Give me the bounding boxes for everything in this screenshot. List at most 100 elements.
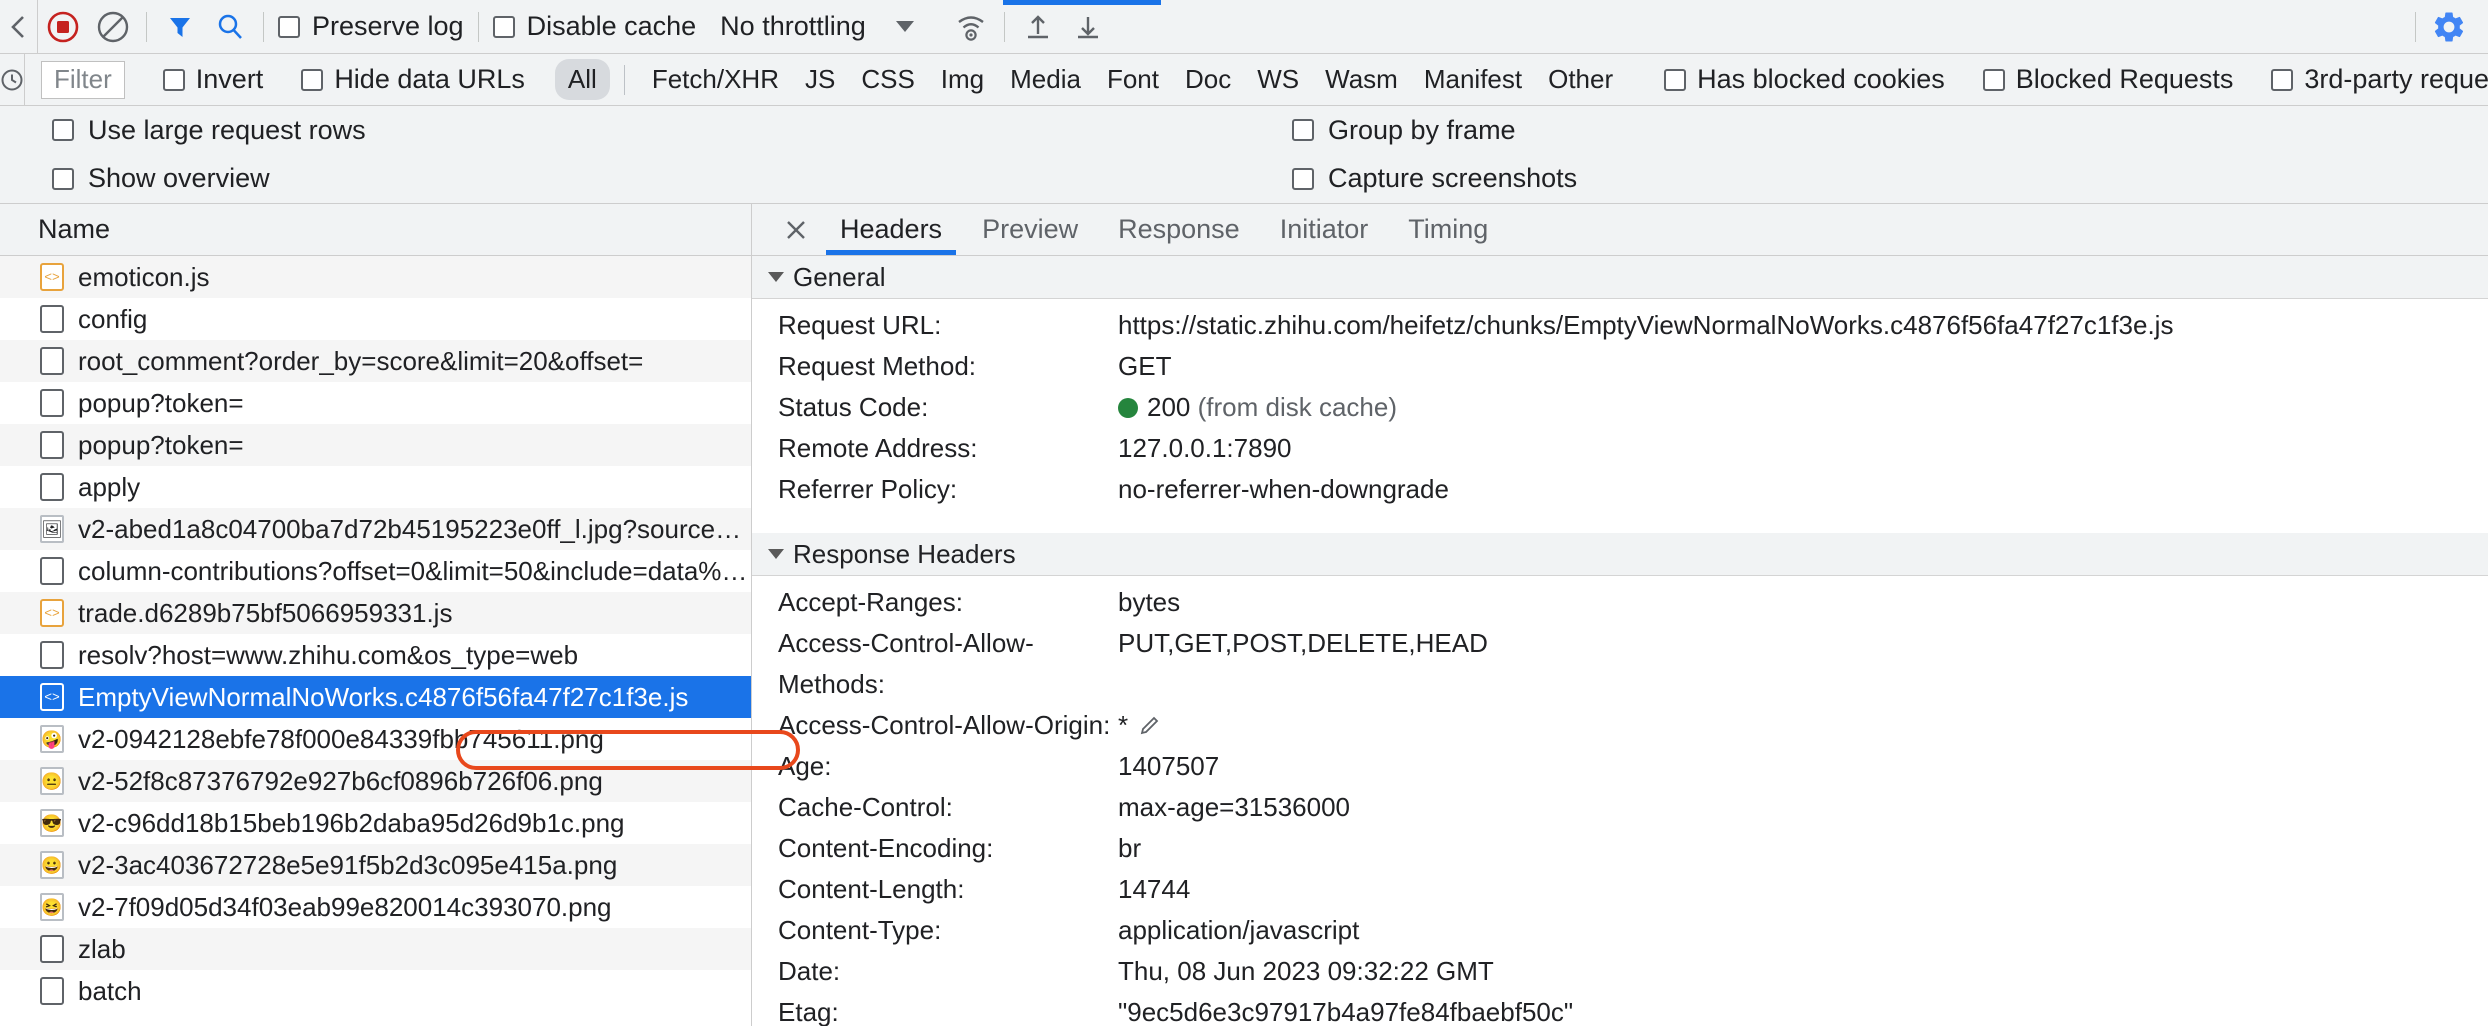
has-blocked-cookies-box[interactable] <box>1664 68 1687 91</box>
show-overview-checkbox[interactable]: Show overview <box>52 163 1292 194</box>
use-large-request-rows-label: Use large request rows <box>88 114 366 145</box>
third-party-requests-checkbox[interactable]: 3rd-party requests <box>2271 64 2488 95</box>
blocked-requests-checkbox[interactable]: Blocked Requests <box>1982 64 2233 95</box>
pencil-icon[interactable] <box>1138 713 1160 744</box>
show-overview-box[interactable] <box>52 167 74 190</box>
throttling-select-value[interactable]: No throttling <box>720 11 866 42</box>
invert-box[interactable] <box>162 68 185 91</box>
request-name: zlab <box>78 933 126 964</box>
request-list-column-header[interactable]: Name <box>0 204 751 256</box>
resource-type-filters: All Fetch/XHR JS CSS Img Media Font Doc … <box>554 59 1626 100</box>
header-row-date: Date: Thu, 08 Jun 2023 09:32:22 GMT <box>752 956 2488 997</box>
hide-data-urls-box[interactable] <box>301 68 324 91</box>
capture-screenshots-box[interactable] <box>1292 167 1314 190</box>
network-conditions-icon[interactable] <box>946 0 996 53</box>
table-row[interactable]: 😐 v2-52f8c87376792e927b6cf0896b726f06.pn… <box>0 760 751 802</box>
hide-data-urls-checkbox[interactable]: Hide data URLs <box>301 64 525 95</box>
header-row-cache-control: Cache-Control: max-age=31536000 <box>752 792 2488 833</box>
capture-screenshots-checkbox[interactable]: Capture screenshots <box>1292 163 1577 194</box>
header-value[interactable]: https://static.zhihu.com/heifetz/chunks/… <box>1118 310 2173 341</box>
table-row[interactable]: root_comment?order_by=score&limit=20&off… <box>0 340 751 382</box>
tab-headers[interactable]: Headers <box>820 204 962 255</box>
table-row[interactable]: apply <box>0 466 751 508</box>
header-key: Cache-Control: <box>778 792 953 822</box>
table-row[interactable]: <> emoticon.js <box>0 256 751 298</box>
tab-timing[interactable]: Timing <box>1388 204 1508 255</box>
table-row[interactable]: config <box>0 298 751 340</box>
general-section-header[interactable]: General <box>752 256 2488 299</box>
disable-cache-box[interactable] <box>492 15 515 38</box>
gear-icon[interactable] <box>2424 0 2474 53</box>
clear-button[interactable] <box>88 0 138 53</box>
toolbar-divider-4 <box>1003 11 1005 42</box>
status-ok-dot-icon <box>1118 398 1138 418</box>
request-name: batch <box>78 975 142 1006</box>
type-filter-other[interactable]: Other <box>1535 59 1626 100</box>
table-row[interactable]: column-contributions?offset=0&limit=50&i… <box>0 550 751 592</box>
close-icon[interactable] <box>772 204 820 255</box>
header-row-etag: Etag: "9ec5d6e3c97917b4a97fe84fbaebf50c" <box>752 997 2488 1026</box>
panel-back-chevron-icon[interactable] <box>0 0 38 53</box>
header-value: application/javascript <box>1118 915 1360 945</box>
type-filter-js[interactable]: JS <box>792 59 848 100</box>
chevron-down-icon <box>768 272 784 282</box>
export-har-icon[interactable] <box>1063 0 1113 53</box>
type-filter-font[interactable]: Font <box>1094 59 1172 100</box>
invert-checkbox[interactable]: Invert <box>162 64 263 95</box>
type-filter-css[interactable]: CSS <box>848 59 927 100</box>
type-filter-ws[interactable]: WS <box>1244 59 1312 100</box>
header-key: Content-Encoding: <box>778 833 994 863</box>
import-har-icon[interactable] <box>1013 0 1063 53</box>
table-row[interactable]: 😀 v2-3ac403672728e5e91f5b2d3c095e415a.pn… <box>0 844 751 886</box>
table-row[interactable]: popup?token= <box>0 424 751 466</box>
record-stop-button[interactable] <box>38 0 88 53</box>
type-filter-img[interactable]: Img <box>928 59 997 100</box>
table-row[interactable]: 😎 v2-c96dd18b15beb196b2daba95d26d9b1c.pn… <box>0 802 751 844</box>
table-row-selected[interactable]: <> EmptyViewNormalNoWorks.c4876f56fa47f2… <box>0 676 751 718</box>
group-by-frame-box[interactable] <box>1292 119 1314 142</box>
type-filter-wasm[interactable]: Wasm <box>1312 59 1411 100</box>
type-filter-manifest[interactable]: Manifest <box>1411 59 1535 100</box>
history-icon[interactable] <box>0 54 25 105</box>
tab-response[interactable]: Response <box>1098 204 1260 255</box>
filter-button[interactable] <box>155 0 205 53</box>
table-row[interactable]: 😆 v2-7f09d05d34f03eab99e820014c393070.pn… <box>0 886 751 928</box>
request-name: popup?token= <box>78 387 244 418</box>
preserve-log-box[interactable] <box>278 15 300 38</box>
header-value: "9ec5d6e3c97917b4a97fe84fbaebf50c" <box>1118 997 1574 1026</box>
use-large-request-rows-box[interactable] <box>52 119 74 142</box>
table-row[interactable]: popup?token= <box>0 382 751 424</box>
image-file-icon: 🤪 <box>40 725 64 753</box>
use-large-request-rows-checkbox[interactable]: Use large request rows <box>52 115 1292 146</box>
table-row[interactable]: 🖼 v2-abed1a8c04700ba7d72b45195223e0ff_l.… <box>0 508 751 550</box>
response-headers-section-header[interactable]: Response Headers <box>752 533 2488 576</box>
filter-input[interactable]: Filter <box>41 60 125 99</box>
table-row[interactable]: 🤪 v2-0942128ebfe78f000e84339fbb745611.pn… <box>0 718 751 760</box>
tab-preview[interactable]: Preview <box>962 204 1098 255</box>
tab-initiator[interactable]: Initiator <box>1260 204 1389 255</box>
js-file-icon: <> <box>40 683 64 711</box>
type-filter-fetchxhr[interactable]: Fetch/XHR <box>639 59 792 100</box>
type-filter-doc[interactable]: Doc <box>1172 59 1244 100</box>
third-party-requests-box[interactable] <box>2271 68 2294 91</box>
request-name: popup?token= <box>78 429 244 460</box>
image-file-icon: 😆 <box>40 893 64 921</box>
disable-cache-checkbox[interactable]: Disable cache <box>487 11 703 42</box>
header-value: max-age=31536000 <box>1118 792 1351 822</box>
blocked-requests-box[interactable] <box>1982 68 2005 91</box>
image-file-icon: 🖼 <box>40 515 64 543</box>
search-button[interactable] <box>205 0 255 53</box>
has-blocked-cookies-checkbox[interactable]: Has blocked cookies <box>1664 64 1945 95</box>
table-row[interactable]: <> trade.d6289b75bf5066959331.js <box>0 592 751 634</box>
type-filter-all[interactable]: All <box>554 59 610 100</box>
group-by-frame-checkbox[interactable]: Group by frame <box>1292 115 1516 146</box>
table-row[interactable]: resolv?host=www.zhihu.com&os_type=web <box>0 634 751 676</box>
chevron-down-icon[interactable] <box>895 21 914 32</box>
table-row[interactable]: zlab <box>0 928 751 970</box>
type-filter-media[interactable]: Media <box>997 59 1094 100</box>
network-toolbar: Preserve log Disable cache No throttling <box>0 0 2488 54</box>
header-row-content-length: Content-Length: 14744 <box>752 874 2488 915</box>
preserve-log-checkbox[interactable]: Preserve log <box>272 11 470 42</box>
table-row[interactable]: batch <box>0 970 751 1012</box>
doc-file-icon <box>40 305 64 333</box>
